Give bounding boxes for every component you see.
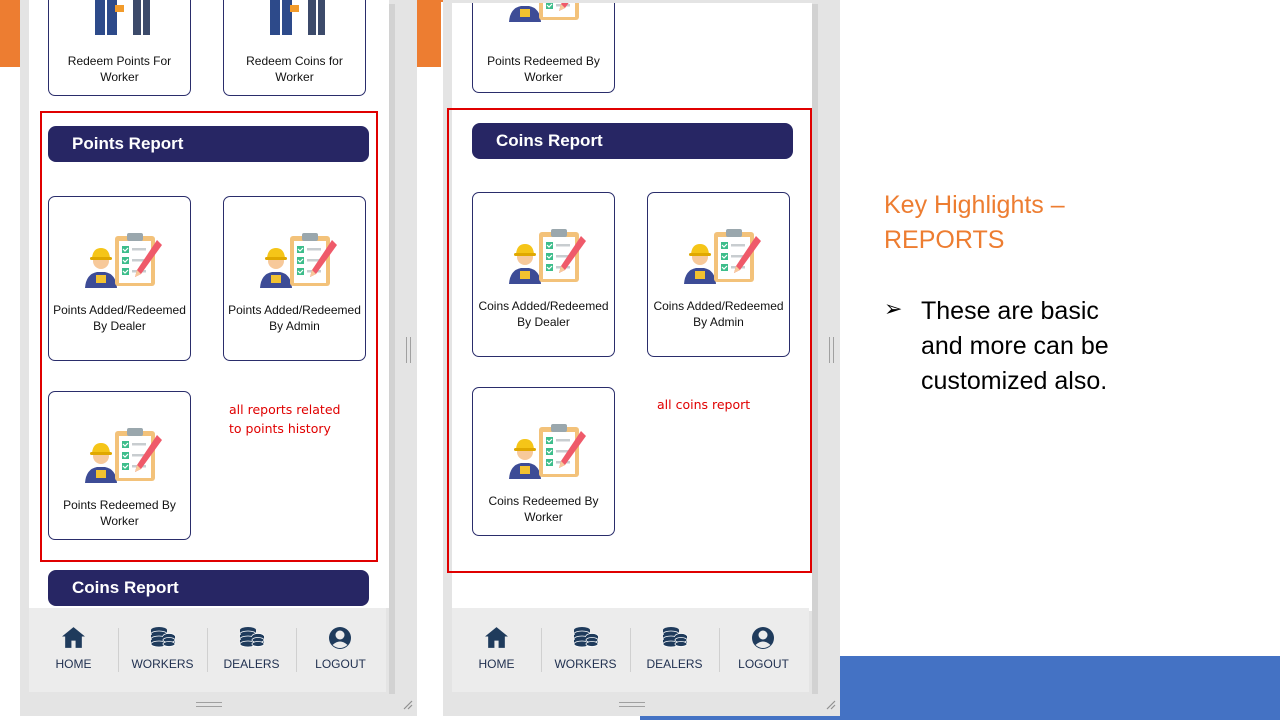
bullet-text: These are basic and more can be customiz…: [921, 297, 1109, 395]
nav-label: HOME: [478, 657, 515, 671]
title-line: REPORTS: [884, 226, 1005, 254]
nav-label: DEALERS: [223, 657, 280, 671]
phone-screen-coins-report: Points Redeemed By Worker Coins Report C…: [443, 0, 840, 716]
nav-workers[interactable]: WORKERS: [541, 608, 630, 692]
nav-home[interactable]: HOME: [29, 608, 118, 692]
annotation-highlight-box: [40, 111, 378, 562]
nav-dealers[interactable]: DEALERS: [207, 608, 296, 692]
tile-label: Redeem Points For Worker: [67, 54, 172, 84]
coins-stack-icon: [150, 626, 176, 648]
nav-logout[interactable]: LOGOUT: [296, 608, 385, 692]
tile-label: Points Redeemed By Worker: [487, 54, 600, 84]
bottom-navigation: HOME WORKERS DEALERS LOGOUT: [452, 608, 809, 692]
home-icon: [61, 626, 86, 649]
key-highlights-title: Key Highlights – REPORTS: [884, 188, 1065, 258]
home-icon: [484, 626, 509, 649]
nav-logout[interactable]: LOGOUT: [719, 608, 808, 692]
workers-illustration-icon: [270, 0, 325, 35]
report-clipboard-icon: [507, 3, 587, 42]
scrollbar[interactable]: [389, 4, 395, 694]
coins-stack-icon: [573, 626, 599, 648]
redeem-points-for-worker-tile[interactable]: Redeem Points For Worker: [48, 0, 191, 96]
resize-corner-icon[interactable]: [401, 698, 413, 710]
nav-label: WORKERS: [554, 657, 617, 671]
orange-accent-bar-middle: [417, 0, 441, 67]
resize-handle-horizontal[interactable]: [619, 702, 645, 707]
user-circle-icon: [328, 626, 352, 650]
phone-screen-points-report: Redeem Points For Worker Redeem Coins fo…: [20, 0, 417, 716]
annotation-line: all reports related: [229, 402, 341, 417]
title-line: Key Highlights –: [884, 191, 1065, 219]
coins-stack-icon: [662, 626, 688, 648]
orange-accent-bar-left: [0, 0, 20, 67]
annotation-highlight-box: [447, 108, 812, 573]
arrow-bullet-icon: ➢: [884, 296, 903, 321]
resize-corner-icon[interactable]: [824, 698, 836, 710]
coins-stack-icon: [239, 626, 265, 648]
nav-label: LOGOUT: [738, 657, 789, 671]
annotation-line: to points history: [229, 421, 331, 436]
annotation-note: all coins report: [657, 397, 751, 412]
resize-handle-horizontal[interactable]: [196, 702, 222, 707]
nav-label: WORKERS: [131, 657, 194, 671]
nav-label: DEALERS: [646, 657, 703, 671]
points-redeemed-by-worker-tile[interactable]: Points Redeemed By Worker: [472, 3, 615, 93]
resize-handle-vertical[interactable]: [406, 337, 411, 363]
nav-label: LOGOUT: [315, 657, 366, 671]
nav-label: HOME: [55, 657, 92, 671]
scrollbar[interactable]: [812, 4, 818, 694]
annotation-note: all reports related to points history: [229, 400, 340, 438]
redeem-coins-for-worker-tile[interactable]: Redeem Coins for Worker: [223, 0, 366, 96]
resize-handle-vertical[interactable]: [829, 337, 834, 363]
workers-illustration-icon: [95, 0, 150, 35]
tile-label: Redeem Coins for Worker: [246, 54, 343, 84]
user-circle-icon: [751, 626, 775, 650]
bottom-navigation: HOME WORKERS DEALERS LOGOUT: [29, 608, 386, 692]
nav-workers[interactable]: WORKERS: [118, 608, 207, 692]
nav-dealers[interactable]: DEALERS: [630, 608, 719, 692]
nav-home[interactable]: HOME: [452, 608, 541, 692]
coins-report-header: Coins Report: [48, 570, 369, 606]
